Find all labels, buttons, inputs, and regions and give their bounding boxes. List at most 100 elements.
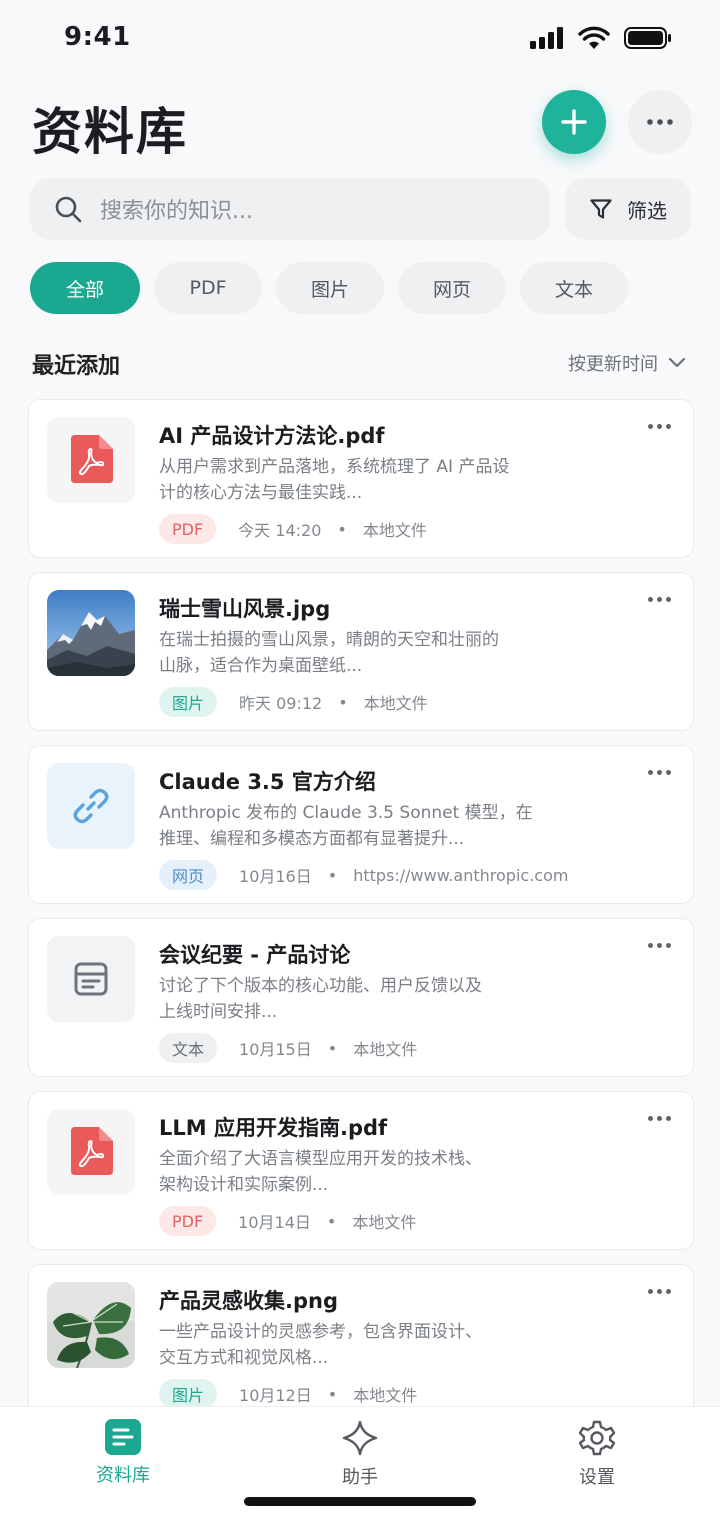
item-more-button[interactable] <box>648 770 671 775</box>
item-title: LLM 应用开发指南.pdf <box>159 1116 388 1140</box>
filter-icon <box>590 199 612 219</box>
item-meta: 图片 10月12日 • 本地文件 <box>159 1379 417 1409</box>
mountain-thumbnail <box>47 590 135 676</box>
text-thumbnail <box>47 936 135 1022</box>
description-line: Anthropic 发布的 Claude 3.5 Sonnet 模型，在 <box>159 803 533 823</box>
sort-button[interactable]: 按更新时间 <box>568 350 686 376</box>
pdf-icon <box>71 435 113 483</box>
item-source: 本地文件 <box>363 694 428 713</box>
status-time: 9:41 <box>64 22 131 52</box>
tab-settings[interactable]: 设置 <box>537 1419 657 1489</box>
item-source[interactable]: https://www.anthropic.com <box>353 866 568 885</box>
type-badge: PDF <box>159 1206 217 1236</box>
item-date: 昨天 09:12 <box>239 694 323 713</box>
separator-dot: • <box>338 692 348 712</box>
tab-library[interactable]: 资料库 <box>63 1419 183 1487</box>
description-line: 架构设计和实际案例... <box>159 1175 329 1195</box>
filter-label: 筛选 <box>627 198 667 223</box>
plant-thumbnail <box>47 1282 135 1368</box>
pdf-thumbnail <box>47 417 135 503</box>
item-title: AI 产品设计方法论.pdf <box>159 424 385 448</box>
item-description: 从用户需求到产品落地，系统梳理了 AI 产品设 计的核心方法与最佳实践... <box>159 454 569 506</box>
description-line: 推理、编程和多模态方面都有显著提升... <box>159 829 465 849</box>
item-description: 全面介绍了大语言模型应用开发的技术栈、 架构设计和实际案例... <box>159 1146 569 1198</box>
separator-dot: • <box>327 1038 338 1058</box>
item-date: 今天 14:20 <box>238 521 322 540</box>
home-indicator <box>244 1497 476 1506</box>
search-placeholder: 搜索你的知识... <box>100 199 253 224</box>
item-more-button[interactable] <box>648 943 671 948</box>
item-meta: PDF 10月14日 • 本地文件 <box>159 1206 416 1236</box>
item-source: 本地文件 <box>353 1040 418 1059</box>
list-item[interactable]: AI 产品设计方法论.pdf 从用户需求到产品落地，系统梳理了 AI 产品设 计… <box>28 399 694 558</box>
item-date: 10月15日 <box>239 1040 312 1059</box>
item-date: 10月12日 <box>239 1386 312 1405</box>
item-date: 10月14日 <box>238 1213 311 1232</box>
description-line: 在瑞士拍摄的雪山风景，晴朗的天空和壮丽的 <box>159 630 499 650</box>
item-title: 产品灵感收集.png <box>159 1289 338 1313</box>
chip-text[interactable]: 文本 <box>520 262 628 314</box>
wifi-icon <box>578 26 610 49</box>
description-line: 一些产品设计的灵感参考，包含界面设计、 <box>159 1322 482 1342</box>
list-item[interactable]: 产品灵感收集.png 一些产品设计的灵感参考，包含界面设计、 交互方式和视觉风格… <box>28 1264 694 1423</box>
item-more-button[interactable] <box>648 1289 671 1294</box>
mountain-image <box>47 590 135 676</box>
type-badge: 网页 <box>159 860 218 890</box>
tab-label: 助手 <box>342 1467 378 1488</box>
library-icon <box>105 1419 141 1455</box>
item-description: 一些产品设计的灵感参考，包含界面设计、 交互方式和视觉风格... <box>159 1319 569 1371</box>
item-meta: PDF 今天 14:20 • 本地文件 <box>159 514 427 544</box>
document-icon <box>74 962 108 996</box>
gear-icon <box>578 1420 616 1456</box>
item-more-button[interactable] <box>648 1116 671 1121</box>
list-item[interactable]: Claude 3.5 官方介绍 Anthropic 发布的 Claude 3.5… <box>28 745 694 904</box>
item-meta: 文本 10月15日 • 本地文件 <box>159 1033 417 1063</box>
link-icon <box>73 788 109 824</box>
item-description: 在瑞士拍摄的雪山风景，晴朗的天空和壮丽的 山脉，适合作为桌面壁纸... <box>159 627 569 679</box>
search-input[interactable]: 搜索你的知识... <box>30 178 550 240</box>
pdf-icon <box>71 1127 113 1175</box>
item-source: 本地文件 <box>362 521 427 540</box>
separator-dot: • <box>327 1384 338 1404</box>
description-line: 从用户需求到产品落地，系统梳理了 AI 产品设 <box>159 457 510 477</box>
type-badge: PDF <box>159 514 217 544</box>
battery-icon <box>624 27 671 49</box>
chip-all[interactable]: 全部 <box>30 262 140 314</box>
item-title: 会议纪要 - 产品讨论 <box>159 943 351 967</box>
item-more-button[interactable] <box>648 597 671 602</box>
status-icons <box>530 26 672 50</box>
section-title: 最近添加 <box>32 354 121 379</box>
description-line: 上线时间安排... <box>159 1002 278 1022</box>
document-list: AI 产品设计方法论.pdf 从用户需求到产品落地，系统梳理了 AI 产品设 计… <box>28 399 694 1437</box>
search-icon <box>55 196 82 223</box>
item-source: 本地文件 <box>352 1213 417 1232</box>
list-item[interactable]: 会议纪要 - 产品讨论 讨论了下个版本的核心功能、用户反馈以及 上线时间安排..… <box>28 918 694 1077</box>
status-bar: 9:41 <box>0 0 720 76</box>
list-item[interactable]: 瑞士雪山风景.jpg 在瑞士拍摄的雪山风景，晴朗的天空和壮丽的 山脉，适合作为桌… <box>28 572 694 731</box>
item-more-button[interactable] <box>648 424 671 429</box>
type-badge: 图片 <box>159 687 218 717</box>
filter-button[interactable]: 筛选 <box>565 178 691 240</box>
item-title: Claude 3.5 官方介绍 <box>159 770 376 794</box>
chip-web[interactable]: 网页 <box>398 262 506 314</box>
description-line: 全面介绍了大语言模型应用开发的技术栈、 <box>159 1149 482 1169</box>
item-description: 讨论了下个版本的核心功能、用户反馈以及 上线时间安排... <box>159 973 569 1025</box>
item-date: 10月16日 <box>239 867 312 886</box>
tab-assistant[interactable]: 助手 <box>300 1419 420 1489</box>
plus-icon <box>561 109 587 135</box>
list-item[interactable]: LLM 应用开发指南.pdf 全面介绍了大语言模型应用开发的技术栈、 架构设计和… <box>28 1091 694 1250</box>
tab-label: 设置 <box>579 1467 615 1488</box>
cellular-signal-icon <box>530 27 563 49</box>
separator-dot: • <box>327 865 338 885</box>
item-meta: 网页 10月16日 • https://www.anthropic.com <box>159 860 568 890</box>
chip-image[interactable]: 图片 <box>276 262 384 314</box>
ellipsis-icon <box>647 119 673 125</box>
type-badge: 图片 <box>159 1379 218 1409</box>
chip-pdf[interactable]: PDF <box>154 262 262 314</box>
page-title: 资料库 <box>32 103 188 161</box>
add-button[interactable] <box>542 90 606 154</box>
type-badge: 文本 <box>159 1033 218 1063</box>
item-meta: 图片 昨天 09:12 • 本地文件 <box>159 687 428 717</box>
sparkle-icon <box>342 1420 378 1456</box>
more-options-button[interactable] <box>628 90 692 154</box>
